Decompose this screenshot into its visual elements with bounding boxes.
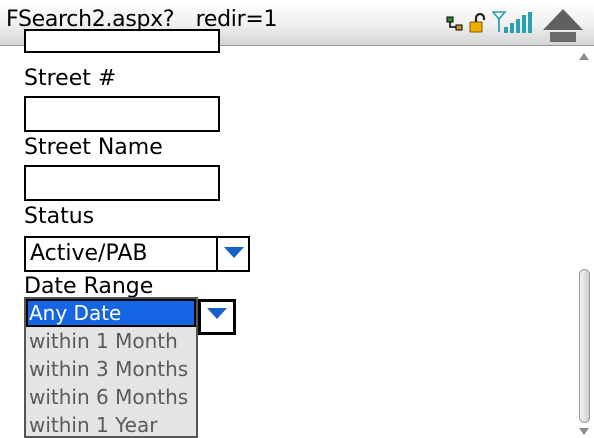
date-range-option[interactable]: within 1 Month <box>26 327 196 355</box>
date-range-option[interactable]: within 6 Months <box>26 383 196 411</box>
scroll-thumb[interactable] <box>579 269 590 423</box>
date-range-option[interactable]: within 1 Year <box>26 411 196 436</box>
scroll-up-arrow-icon[interactable] <box>579 53 589 60</box>
street-name-input[interactable] <box>24 165 220 201</box>
signal-strength-icon <box>492 11 532 33</box>
street-number-label: Street # <box>24 66 117 91</box>
date-range-option[interactable]: Any Date <box>26 299 196 327</box>
previous-field-input[interactable] <box>24 29 220 53</box>
scroll-down-arrow-icon[interactable] <box>579 428 589 435</box>
street-name-label: Street Name <box>24 135 163 160</box>
status-selected-value: Active/PAB <box>30 241 148 266</box>
date-range-dropdown-list[interactable]: Any Date within 1 Month within 3 Months … <box>24 297 198 438</box>
status-select[interactable]: Active/PAB <box>24 236 250 272</box>
vertical-scrollbar[interactable] <box>574 47 594 438</box>
status-icons <box>440 2 590 44</box>
chevron-down-icon <box>207 308 227 319</box>
status-dropdown-button[interactable] <box>216 238 248 270</box>
date-range-dropdown-button[interactable] <box>198 299 236 335</box>
chevron-down-icon <box>224 247 244 258</box>
scroll-up-icon[interactable] <box>540 6 586 44</box>
status-label: Status <box>24 204 95 229</box>
street-number-input[interactable] <box>24 96 220 132</box>
search-form: Street # Street Name Status Active/PAB D… <box>0 29 574 438</box>
network-icon <box>446 16 463 31</box>
date-range-option[interactable]: within 3 Months <box>26 355 196 383</box>
lock-icon <box>469 12 486 33</box>
